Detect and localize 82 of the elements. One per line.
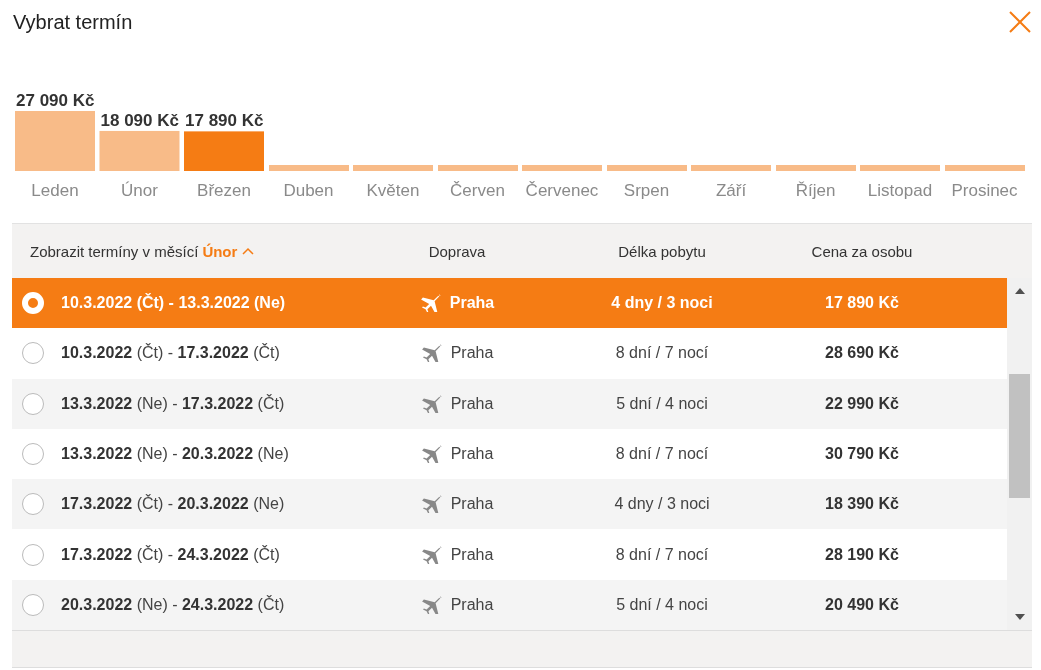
bar-value-label: 18 090 Kč xyxy=(100,110,179,130)
radio-button[interactable] xyxy=(22,342,44,365)
table-row[interactable]: 17.3.2022 (Čt) - 24.3.2022 (Čt) Praha 8 dní / 7 nocí 28 190 Kč xyxy=(12,529,1007,580)
date-range: 13.3.2022 (Ne) - 20.3.2022 (Ne) xyxy=(61,445,289,464)
stay-length: 5 dní / 4 noci xyxy=(615,394,709,413)
airplane-icon xyxy=(419,294,442,313)
month-label[interactable]: Prosinec xyxy=(951,181,1018,200)
month-label[interactable]: Únor xyxy=(121,181,158,200)
transport-city: Praha xyxy=(450,545,494,564)
date-range: 20.3.2022 (Ne) - 24.3.2022 (Čt) xyxy=(61,595,285,614)
empty-month-marker[interactable] xyxy=(860,165,940,171)
month-label[interactable]: Září xyxy=(715,181,747,200)
table-row[interactable]: 10.3.2022 (Čt) - 13.3.2022 (Ne) Praha 4 dny / 3 noci 17 890 Kč xyxy=(12,278,1007,329)
transport-city: Praha xyxy=(449,294,495,313)
airplane-icon xyxy=(420,394,443,413)
airplane-icon xyxy=(420,545,443,564)
radio-button[interactable] xyxy=(22,543,44,566)
scroll-up-icon[interactable] xyxy=(1015,288,1025,294)
empty-month-marker[interactable] xyxy=(691,165,771,171)
month-label[interactable]: Květen xyxy=(366,181,420,200)
month-dropdown[interactable]: Únor xyxy=(202,242,255,260)
date-range: 13.3.2022 (Ne) - 17.3.2022 (Čt) xyxy=(61,394,285,413)
bar[interactable] xyxy=(99,130,180,171)
airplane-icon xyxy=(420,344,443,363)
radio-button[interactable] xyxy=(22,443,44,466)
price: 18 390 Kč xyxy=(824,495,900,514)
empty-month-marker[interactable] xyxy=(353,165,433,171)
date-range: 10.3.2022 (Čt) - 13.3.2022 (Ne) xyxy=(61,294,286,313)
month-label[interactable]: Leden xyxy=(31,181,79,200)
empty-month-marker[interactable] xyxy=(268,165,349,171)
month-label[interactable]: Říjen xyxy=(795,181,836,200)
date-range: 10.3.2022 (Čt) - 17.3.2022 (Čt) xyxy=(61,344,280,363)
table-row[interactable]: 13.3.2022 (Ne) - 20.3.2022 (Ne) Praha 8 dní / 7 nocí 30 790 Kč xyxy=(12,428,1007,480)
airplane-icon xyxy=(420,495,443,514)
price: 28 190 Kč xyxy=(824,545,900,564)
month-filter-label: Zobrazit termíny v měsící xyxy=(30,242,199,260)
price: 22 990 Kč xyxy=(824,394,900,413)
bar-value-label: 17 890 Kč xyxy=(185,111,264,131)
price: 20 490 Kč xyxy=(824,595,900,614)
bar-value-label: 27 090 Kč xyxy=(16,91,95,110)
column-header: Doprava xyxy=(427,242,487,260)
close-icon[interactable] xyxy=(1008,10,1032,34)
month-label[interactable]: Listopad xyxy=(867,181,933,200)
bar[interactable] xyxy=(15,111,95,171)
stay-length: 4 dny / 3 noci xyxy=(613,495,711,514)
date-range: 17.3.2022 (Čt) - 24.3.2022 (Čt) xyxy=(61,545,280,564)
dialog-title: Vybrat termín xyxy=(13,10,133,34)
stay-length: 5 dní / 4 noci xyxy=(615,595,709,614)
empty-month-marker[interactable] xyxy=(944,165,1025,171)
month-label[interactable]: Červenec xyxy=(525,181,599,200)
month-label[interactable]: Srpen xyxy=(623,181,670,200)
transport-city: Praha xyxy=(450,445,494,464)
price: 17 890 Kč xyxy=(824,294,900,313)
radio-button[interactable] xyxy=(22,593,44,616)
empty-month-marker[interactable] xyxy=(775,165,856,171)
date-range: 17.3.2022 (Čt) - 20.3.2022 (Ne) xyxy=(61,495,285,514)
price: 30 790 Kč xyxy=(824,445,900,464)
stay-length: 8 dní / 7 nocí xyxy=(614,344,710,363)
stay-length: 8 dní / 7 nocí xyxy=(614,445,710,464)
stay-length: 4 dny / 3 noci xyxy=(610,294,714,313)
scroll-down-icon[interactable] xyxy=(1015,614,1025,620)
column-header: Délka pobytu xyxy=(617,242,707,260)
price: 28 690 Kč xyxy=(824,344,900,363)
transport-city: Praha xyxy=(450,595,494,614)
month-label[interactable]: Duben xyxy=(283,181,334,200)
transport-city: Praha xyxy=(450,394,494,413)
empty-month-marker[interactable] xyxy=(606,165,687,171)
empty-month-marker[interactable] xyxy=(437,165,518,171)
column-header: Cena za osobu xyxy=(810,242,914,260)
chevron-up-icon xyxy=(242,247,255,255)
transport-city: Praha xyxy=(450,344,494,363)
empty-month-marker[interactable] xyxy=(522,165,602,171)
table-row[interactable]: 10.3.2022 (Čt) - 17.3.2022 (Čt) Praha 8 dní / 7 nocí 28 690 Kč xyxy=(12,328,1007,379)
stay-length: 8 dní / 7 nocí xyxy=(614,545,710,564)
airplane-icon xyxy=(420,595,443,614)
transport-city: Praha xyxy=(450,495,494,514)
airplane-icon xyxy=(420,445,443,464)
radio-button[interactable] xyxy=(22,493,44,516)
month-label[interactable]: Březen xyxy=(197,181,251,200)
month-label[interactable]: Červen xyxy=(450,181,505,200)
radio-button[interactable] xyxy=(22,392,44,415)
bar[interactable] xyxy=(184,131,264,171)
